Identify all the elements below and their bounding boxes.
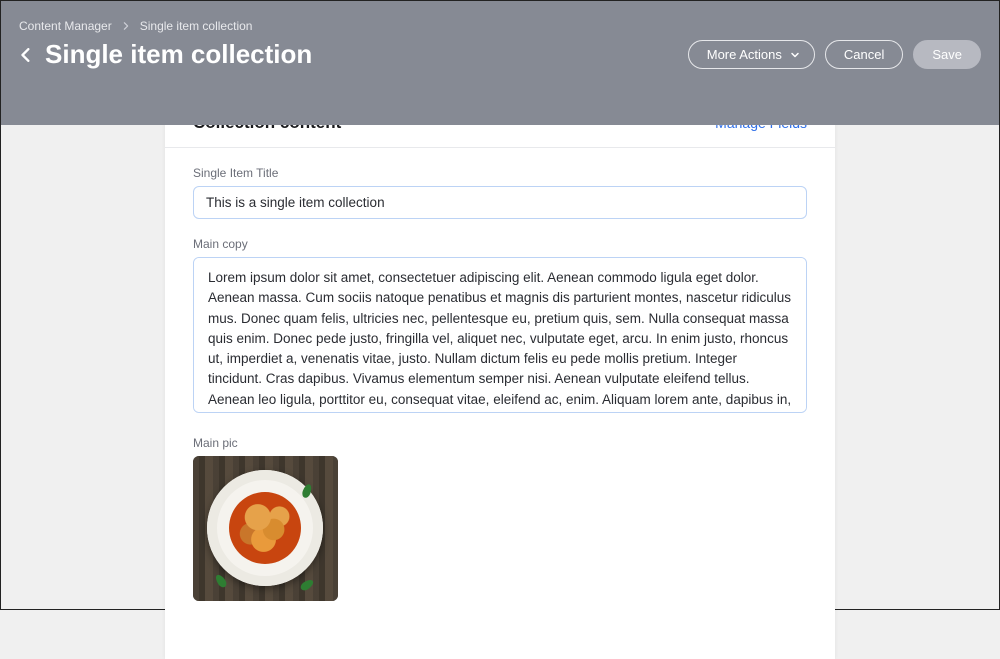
main-copy-textarea[interactable] — [193, 257, 807, 413]
breadcrumb-current: Single item collection — [140, 19, 253, 33]
back-arrow-icon[interactable] — [19, 48, 33, 62]
chevron-right-icon — [122, 19, 130, 33]
title-row: Single item collection More Actions Canc… — [19, 39, 981, 70]
more-actions-label: More Actions — [707, 47, 782, 62]
header-actions: More Actions Cancel Save — [688, 40, 981, 69]
main-pic-thumbnail[interactable] — [193, 456, 338, 601]
main-copy-label: Main copy — [193, 237, 807, 251]
title-input[interactable] — [193, 186, 807, 219]
page-header: Content Manager Single item collection S… — [1, 1, 999, 125]
card-body: Single Item Title Main copy Main pic — [165, 148, 835, 659]
pasta-icon — [229, 492, 301, 564]
title-field-label: Single Item Title — [193, 166, 807, 180]
page-title: Single item collection — [45, 39, 312, 70]
breadcrumb-root[interactable]: Content Manager — [19, 19, 112, 33]
title-left: Single item collection — [19, 39, 312, 70]
field-main-pic: Main pic — [193, 436, 807, 601]
save-button[interactable]: Save — [913, 40, 981, 69]
field-single-item-title: Single Item Title — [193, 166, 807, 219]
main-pic-label: Main pic — [193, 436, 807, 450]
chevron-down-icon — [790, 50, 800, 60]
more-actions-button[interactable]: More Actions — [688, 40, 815, 69]
breadcrumb: Content Manager Single item collection — [19, 19, 981, 33]
content-card: Collection content Manage Fields Single … — [165, 93, 835, 659]
field-main-copy: Main copy — [193, 237, 807, 418]
cancel-button[interactable]: Cancel — [825, 40, 903, 69]
